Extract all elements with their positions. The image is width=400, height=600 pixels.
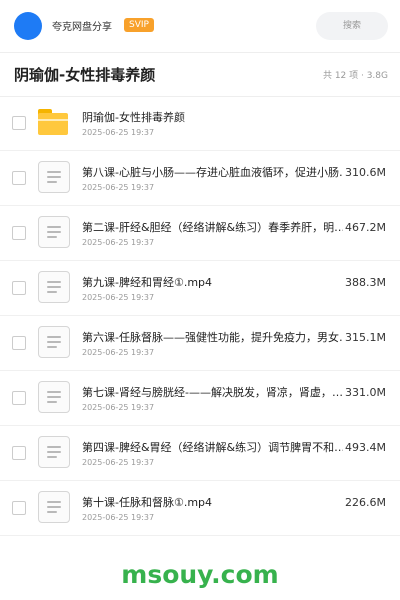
file-icon [38,216,70,248]
file-date: 2025-06-25 19:37 [82,513,155,522]
file-size: 331.0M [343,386,386,399]
file-date: 2025-06-25 19:37 [82,403,155,412]
list-item[interactable]: 第十课-任脉和督脉①.mp4 2025-06-25 19:37 226.6M [0,481,400,536]
file-date: 2025-06-25 19:37 [82,293,155,302]
select-checkbox[interactable] [12,171,26,185]
file-icon [38,381,70,413]
search-input[interactable]: 搜索 [316,12,388,40]
list-item[interactable]: 第四课-脾经&胃经（经络讲解&练习）调节脾胃不和，… 2025-06-25 19:… [0,426,400,481]
list-item[interactable]: 第九课-脾经和胃经①.mp4 2025-06-25 19:37 388.3M [0,261,400,316]
select-checkbox[interactable] [12,116,26,130]
file-size: 226.6M [343,496,386,509]
file-name: 第二课-肝经&胆经（经络讲解&练习）春季养肝，明目… [82,221,350,234]
file-list: 阴瑜伽-女性排毒养颜 2025-06-25 19:37 第八课-心脏与小肠——存进心… [0,96,400,536]
file-date: 2025-06-25 19:37 [82,183,155,192]
file-date: 2025-06-25 19:37 [82,238,155,247]
list-item[interactable]: 第六课-任脉督脉——强健性功能，提升免疫力，男女通用 2025-06-25 19:… [0,316,400,371]
select-checkbox[interactable] [12,226,26,240]
file-size: 388.3M [343,276,386,289]
select-checkbox[interactable] [12,281,26,295]
file-name: 阴瑜伽-女性排毒养颜 [82,111,185,124]
list-item[interactable]: 第八课-心脏与小肠——存进心脏血液循环，促进小肠吸收 2025-06-25 19:… [0,151,400,206]
file-date: 2025-06-25 19:37 [82,458,155,467]
select-checkbox[interactable] [12,501,26,515]
folder-meta: 共 12 项 · 3.8G [322,71,388,81]
list-item[interactable]: 第七课-肾经与膀胱经-——解决脱发，肾凉，肾虚，尿… 2025-06-25 19:… [0,371,400,426]
file-icon [38,436,70,468]
file-name: 第十课-任脉和督脉①.mp4 [82,496,213,509]
file-size: 467.2M [343,221,386,234]
file-icon [38,271,70,303]
folder-icon [38,106,70,138]
footer-brand: msouy.com [121,560,279,589]
file-name: 第八课-心脏与小肠——存进心脏血液循环，促进小肠吸收 [82,166,350,179]
file-size: 310.6M [343,166,386,179]
select-checkbox[interactable] [12,446,26,460]
file-size: 493.4M [343,441,386,454]
select-checkbox[interactable] [12,336,26,350]
file-icon [38,491,70,523]
select-checkbox[interactable] [12,391,26,405]
avatar[interactable] [14,12,42,40]
svip-badge: SVIP [124,18,154,32]
app-name: 夸克网盘分享 [52,22,112,33]
file-name: 第九课-脾经和胃经①.mp4 [82,276,213,289]
title-bar: 阴瑜伽-女性排毒养颜 共 12 项 · 3.8G [0,52,400,97]
header: 夸克网盘分享 SVIP 搜索 [0,0,400,53]
file-date: 2025-06-25 19:37 [82,348,155,357]
file-icon [38,326,70,358]
file-name: 第七课-肾经与膀胱经-——解决脱发，肾凉，肾虚，尿… [82,386,350,399]
file-name: 第四课-脾经&胃经（经络讲解&练习）调节脾胃不和，… [82,441,350,454]
file-icon [38,161,70,193]
page-title: 阴瑜伽-女性排毒养颜 [14,66,156,84]
file-name: 第六课-任脉督脉——强健性功能，提升免疫力，男女通用 [82,331,350,344]
file-size: 315.1M [343,331,386,344]
file-date: 2025-06-25 19:37 [82,128,155,137]
list-item[interactable]: 阴瑜伽-女性排毒养颜 2025-06-25 19:37 [0,96,400,151]
list-item[interactable]: 第二课-肝经&胆经（经络讲解&练习）春季养肝，明目… 2025-06-25 19:… [0,206,400,261]
